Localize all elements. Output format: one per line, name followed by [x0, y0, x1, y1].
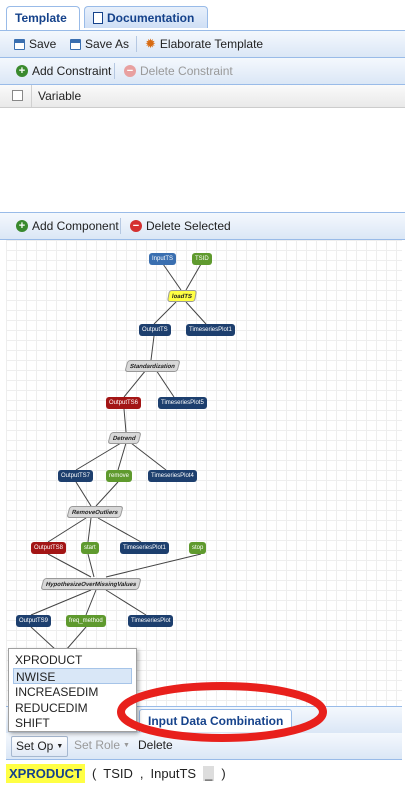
save-as-button[interactable]: Save As: [70, 31, 129, 57]
graph-node[interactable]: remove: [106, 470, 133, 482]
elaborate-label: Elaborate Template: [159, 37, 264, 51]
graph-node[interactable]: OutputTS8: [31, 542, 67, 554]
graph-node[interactable]: TimeseriesPlot4: [148, 470, 197, 482]
constraint-toolbar: + Add Constraint − Delete Constraint: [0, 58, 405, 85]
graph-node[interactable]: start: [81, 542, 99, 554]
expression-operator[interactable]: XPRODUCT: [6, 763, 85, 783]
graph-node[interactable]: OutputTS6: [106, 397, 142, 409]
toolbar-separator: [120, 218, 121, 234]
select-all-checkbox[interactable]: [12, 90, 23, 101]
expression-paren-close: ): [221, 765, 226, 781]
graph-node[interactable]: Standardization: [124, 360, 181, 372]
graph-node[interactable]: Detrend: [107, 432, 142, 444]
delete-constraint-button[interactable]: − Delete Constraint: [124, 58, 233, 84]
combination-expression: XPRODUCT ( TSID , InputTS _ ): [6, 761, 402, 785]
constraint-table-header: Variable: [0, 85, 405, 108]
add-component-label: Add Component: [32, 219, 119, 233]
menu-item-xproduct[interactable]: XPRODUCT: [13, 652, 132, 668]
save-label: Save: [29, 37, 57, 51]
tab-documentation-label: Documentation: [107, 10, 195, 25]
component-toolbar: + Add Component − Delete Selected: [0, 212, 405, 240]
set-role-label: Set Role: [74, 738, 121, 752]
set-op-label: Set Op: [16, 739, 54, 753]
expression-paren-open: (: [91, 765, 97, 781]
add-component-button[interactable]: + Add Component: [16, 213, 119, 239]
variable-column-header[interactable]: Variable: [38, 89, 81, 103]
elaborate-template-button[interactable]: ✹ Elaborate Template: [145, 31, 263, 57]
plus-icon: +: [16, 220, 28, 232]
graph-node[interactable]: freq_method: [66, 615, 106, 627]
delete-selected-label: Delete Selected: [146, 219, 231, 233]
tab-template[interactable]: Template: [6, 6, 80, 30]
gear-icon: ✹: [145, 36, 156, 51]
graph-node[interactable]: RemoveOutliers: [66, 506, 124, 518]
delete-selected-button[interactable]: − Delete Selected: [130, 213, 231, 239]
graph-node[interactable]: TimeseriesPlot1: [120, 542, 169, 554]
plus-icon: +: [16, 65, 28, 77]
graph-node[interactable]: OutputTS: [139, 324, 171, 336]
document-icon: [93, 11, 103, 24]
caret-down-icon: ▼: [56, 743, 64, 750]
graph-node[interactable]: TimeseriesPlot5: [158, 397, 207, 409]
minus-icon: −: [124, 65, 136, 77]
save-as-label: Save As: [85, 37, 130, 51]
template-toolbar: Save Save As ✹ Elaborate Template: [0, 31, 405, 58]
annotation-circle: [117, 682, 327, 742]
set-op-button[interactable]: Set Op ▼: [11, 736, 69, 757]
graph-node[interactable]: OutputTS7: [58, 470, 94, 482]
expression-comma: ,: [139, 765, 144, 781]
graph-node[interactable]: stop: [189, 542, 207, 554]
tab-documentation[interactable]: Documentation: [84, 6, 208, 28]
expression-arg[interactable]: InputTS: [151, 766, 197, 781]
toolbar-separator: [114, 63, 115, 79]
add-constraint-button[interactable]: + Add Constraint: [16, 58, 111, 84]
tab-bar: Template Documentation: [0, 0, 405, 31]
toolbar-separator: [136, 36, 137, 52]
graph-node[interactable]: TSID: [192, 253, 212, 265]
expression-blank-slot[interactable]: _: [203, 765, 215, 781]
floppy-icon: [14, 38, 25, 50]
delete-constraint-label: Delete Constraint: [140, 64, 233, 78]
graph-node[interactable]: TimeseriesPlot: [128, 615, 174, 627]
column-divider: [31, 85, 32, 107]
graph-node[interactable]: loadTS: [166, 290, 198, 302]
floppy-icon: [70, 38, 81, 50]
expression-arg[interactable]: TSID: [103, 766, 133, 781]
graph-node[interactable]: HypothesizeOverMissingValues: [40, 578, 142, 590]
graph-node[interactable]: OutputTS9: [16, 615, 52, 627]
add-constraint-label: Add Constraint: [32, 64, 112, 78]
save-button[interactable]: Save: [14, 31, 56, 57]
graph-node[interactable]: InputTS: [149, 253, 177, 265]
minus-icon: −: [130, 220, 142, 232]
graph-node[interactable]: TimeseriesPlot1: [186, 324, 235, 336]
